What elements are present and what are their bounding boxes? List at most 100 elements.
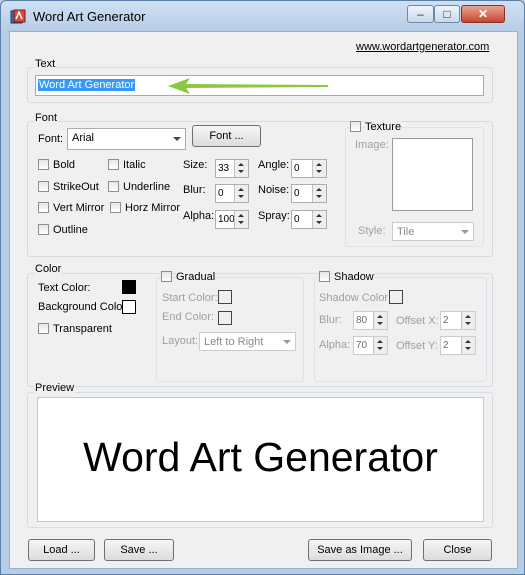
alpha-value: 100 bbox=[218, 214, 235, 225]
offset-y-label: Offset Y: bbox=[396, 340, 438, 352]
font-combo[interactable]: Arial bbox=[67, 128, 186, 150]
shadow-blur-label: Blur: bbox=[319, 314, 342, 326]
spray-spinner[interactable]: 0 bbox=[291, 210, 327, 229]
spinner-arrows-icon[interactable] bbox=[234, 211, 248, 228]
preview-group-label: Preview bbox=[34, 382, 76, 394]
horz-mirror-checkbox[interactable] bbox=[110, 202, 121, 213]
font-label: Font: bbox=[38, 133, 64, 145]
chevron-down-icon bbox=[283, 340, 291, 344]
outline-checkbox[interactable] bbox=[38, 224, 49, 235]
text-color-swatch[interactable] bbox=[122, 280, 136, 294]
size-label: Size: bbox=[183, 159, 208, 171]
strikeout-label: StrikeOut bbox=[53, 181, 99, 193]
shadow-color-swatch[interactable] bbox=[389, 290, 403, 304]
texture-label: Texture bbox=[365, 121, 402, 133]
save-button[interactable]: Save ... bbox=[104, 539, 174, 561]
text-input[interactable]: Word Art Generator bbox=[35, 75, 484, 96]
angle-value: 0 bbox=[294, 163, 300, 174]
bold-label: Bold bbox=[53, 159, 76, 171]
font-button[interactable]: Font ... bbox=[192, 125, 261, 147]
layout-combo[interactable]: Left to Right bbox=[199, 332, 296, 351]
shadow-alpha-label: Alpha: bbox=[319, 339, 351, 351]
spinner-arrows-icon[interactable] bbox=[312, 160, 326, 177]
blur-spinner[interactable]: 0 bbox=[215, 184, 249, 203]
end-color-label: End Color: bbox=[162, 311, 214, 323]
offset-y-value: 2 bbox=[443, 340, 449, 351]
offset-x-spinner[interactable]: 2 bbox=[440, 311, 476, 330]
start-color-swatch[interactable] bbox=[218, 290, 232, 304]
offset-x-label: Offset X: bbox=[396, 315, 439, 327]
spray-label: Spray: bbox=[258, 210, 290, 222]
strikeout-checkbox[interactable] bbox=[38, 181, 49, 192]
offset-y-spinner[interactable]: 2 bbox=[440, 336, 476, 355]
noise-label: Noise: bbox=[258, 184, 290, 196]
website-link[interactable]: www.wordartgenerator.com bbox=[356, 41, 489, 53]
gradual-label: Gradual bbox=[176, 271, 216, 283]
shadow-alpha-value: 70 bbox=[356, 340, 368, 351]
bold-checkbox[interactable] bbox=[38, 159, 49, 170]
style-combo-value: Tile bbox=[397, 226, 415, 238]
underline-label: Underline bbox=[123, 181, 171, 193]
angle-spinner[interactable]: 0 bbox=[291, 159, 327, 178]
shadow-blur-value: 80 bbox=[356, 315, 368, 326]
size-spinner[interactable]: 33 bbox=[215, 159, 249, 178]
texture-checkbox[interactable] bbox=[350, 121, 361, 132]
spinner-arrows-icon[interactable] bbox=[461, 337, 475, 354]
dialog-client-area: www.wordartgenerator.com Text Word Art G… bbox=[9, 31, 518, 569]
save-as-image-button[interactable]: Save as Image ... bbox=[308, 539, 412, 561]
arrow-annotation bbox=[168, 78, 328, 94]
shadow-label: Shadow bbox=[334, 271, 374, 283]
layout-label: Layout: bbox=[162, 335, 199, 347]
font-group-label: Font bbox=[34, 112, 59, 124]
spinner-arrows-icon[interactable] bbox=[461, 312, 475, 329]
window-title: Word Art Generator bbox=[33, 9, 146, 24]
spinner-arrows-icon[interactable] bbox=[373, 337, 387, 354]
underline-checkbox[interactable] bbox=[108, 181, 119, 192]
spinner-arrows-icon[interactable] bbox=[312, 211, 326, 228]
main-window: Word Art Generator – □ ✕ www.wordartgene… bbox=[0, 0, 525, 575]
vert-mirror-checkbox[interactable] bbox=[38, 202, 49, 213]
layout-combo-value: Left to Right bbox=[204, 336, 264, 348]
size-value: 33 bbox=[218, 163, 230, 174]
background-color-label: Background Color bbox=[38, 301, 127, 313]
blur-value: 0 bbox=[218, 188, 224, 199]
noise-spinner[interactable]: 0 bbox=[291, 184, 327, 203]
close-window-button[interactable]: ✕ bbox=[461, 5, 505, 23]
title-bar[interactable]: Word Art Generator – □ ✕ bbox=[1, 1, 524, 31]
font-combo-value: Arial bbox=[72, 132, 95, 144]
style-label: Style: bbox=[358, 225, 386, 237]
shadow-alpha-spinner[interactable]: 70 bbox=[353, 336, 388, 355]
vert-mirror-label: Vert Mirror bbox=[53, 202, 105, 214]
start-color-label: Start Color: bbox=[162, 292, 218, 304]
chevron-down-icon bbox=[173, 137, 181, 141]
background-color-swatch[interactable] bbox=[122, 300, 136, 314]
close-button[interactable]: Close bbox=[423, 539, 492, 561]
image-label: Image: bbox=[355, 139, 389, 151]
alpha-spinner[interactable]: 100 bbox=[215, 210, 249, 229]
app-icon bbox=[10, 9, 26, 24]
angle-label: Angle: bbox=[258, 159, 290, 171]
transparent-checkbox[interactable] bbox=[38, 323, 49, 334]
spinner-arrows-icon[interactable] bbox=[234, 185, 248, 202]
gradual-checkbox[interactable] bbox=[161, 271, 172, 282]
end-color-swatch[interactable] bbox=[218, 311, 232, 325]
noise-value: 0 bbox=[294, 188, 300, 199]
minimize-button[interactable]: – bbox=[407, 5, 434, 23]
shadow-blur-spinner[interactable]: 80 bbox=[353, 311, 388, 330]
spray-value: 0 bbox=[294, 214, 300, 225]
spinner-arrows-icon[interactable] bbox=[373, 312, 387, 329]
texture-image-box[interactable] bbox=[392, 138, 473, 211]
load-button[interactable]: Load ... bbox=[28, 539, 95, 561]
alpha-label: Alpha: bbox=[183, 210, 215, 222]
spinner-arrows-icon[interactable] bbox=[312, 185, 326, 202]
shadow-checkbox[interactable] bbox=[319, 271, 330, 282]
spinner-arrows-icon[interactable] bbox=[234, 160, 248, 177]
text-input-value: Word Art Generator bbox=[38, 79, 136, 91]
preview-canvas: Word Art Generator bbox=[37, 397, 484, 522]
shadow-color-label: Shadow Color: bbox=[319, 292, 392, 304]
color-group-label: Color bbox=[34, 263, 63, 275]
maximize-button[interactable]: □ bbox=[434, 5, 460, 23]
text-group-label: Text bbox=[34, 58, 57, 70]
style-combo[interactable]: Tile bbox=[392, 222, 474, 241]
italic-checkbox[interactable] bbox=[108, 159, 119, 170]
